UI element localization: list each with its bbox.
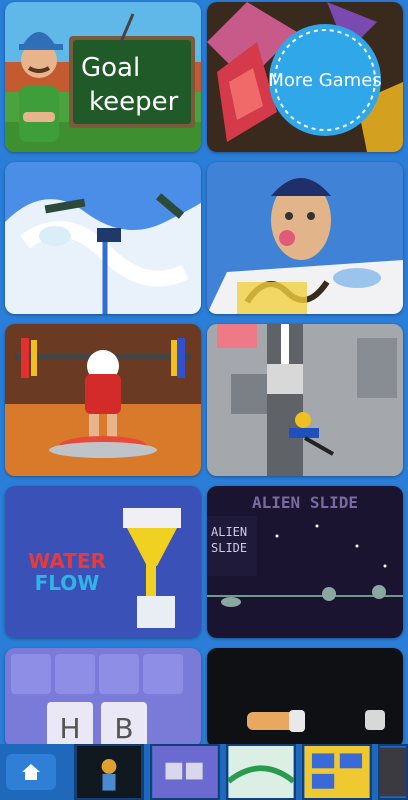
alien-side-line-2: SLIDE (211, 541, 247, 555)
sneeze-thumbnail (207, 162, 403, 314)
home-button[interactable] (6, 754, 56, 790)
santa-thumbnail (5, 324, 201, 476)
alien-slide-banner: ALIEN SLIDE (252, 493, 358, 512)
rocket-thumbnail (207, 648, 403, 748)
alien-side-line-1: ALIEN (211, 525, 247, 539)
sign-line-1: Goal (81, 53, 140, 83)
tile-tower-runner[interactable] (207, 324, 403, 476)
tile-snow-rider[interactable] (5, 162, 201, 314)
tile-santa-lifter[interactable] (5, 324, 201, 476)
tile-water-flow[interactable]: WATER FLOW (5, 486, 201, 638)
thumb-extra[interactable] (378, 744, 408, 800)
extra-thumbnail (380, 747, 406, 797)
goal-keeper-thumbnail: Goal keeper (5, 2, 201, 152)
bottom-bar (0, 744, 408, 800)
game-grid: Goal keeper More Games WATER FLOW ALIEN … (0, 0, 408, 748)
letter-tile-1: H (59, 712, 80, 745)
water-flow-thumbnail: WATER FLOW (5, 486, 201, 638)
letter-tile-2: B (114, 712, 133, 745)
snow-rider-thumbnail (5, 162, 201, 314)
more-games-label: More Games (268, 70, 381, 91)
robot-thumbnail (76, 746, 142, 798)
tile-goal-keeper[interactable]: Goal keeper (5, 2, 201, 152)
water-title: WATER (28, 549, 106, 573)
blocks-thumbnail (152, 746, 218, 798)
thumb-robot[interactable] (74, 744, 144, 800)
flow-title: FLOW (35, 571, 100, 595)
thumb-puzzle[interactable] (302, 744, 372, 800)
home-icon (22, 764, 40, 780)
tile-rocket[interactable] (207, 648, 403, 748)
track-thumbnail (228, 746, 294, 798)
tile-sneeze[interactable] (207, 162, 403, 314)
more-games-thumbnail: More Games (207, 2, 403, 152)
tile-alien-slide[interactable]: ALIEN SLIDE ALIEN SLIDE (207, 486, 403, 638)
tower-runner-thumbnail (207, 324, 403, 476)
alien-slide-thumbnail: ALIEN SLIDE ALIEN SLIDE (207, 486, 403, 638)
letters-thumbnail: H B (5, 648, 201, 748)
thumb-blocks[interactable] (150, 744, 220, 800)
thumb-track[interactable] (226, 744, 296, 800)
puzzle-thumbnail (304, 746, 370, 798)
tile-more-games[interactable]: More Games (207, 2, 403, 152)
tile-letters[interactable]: H B (5, 648, 201, 748)
sign-line-2: keeper (89, 87, 179, 117)
